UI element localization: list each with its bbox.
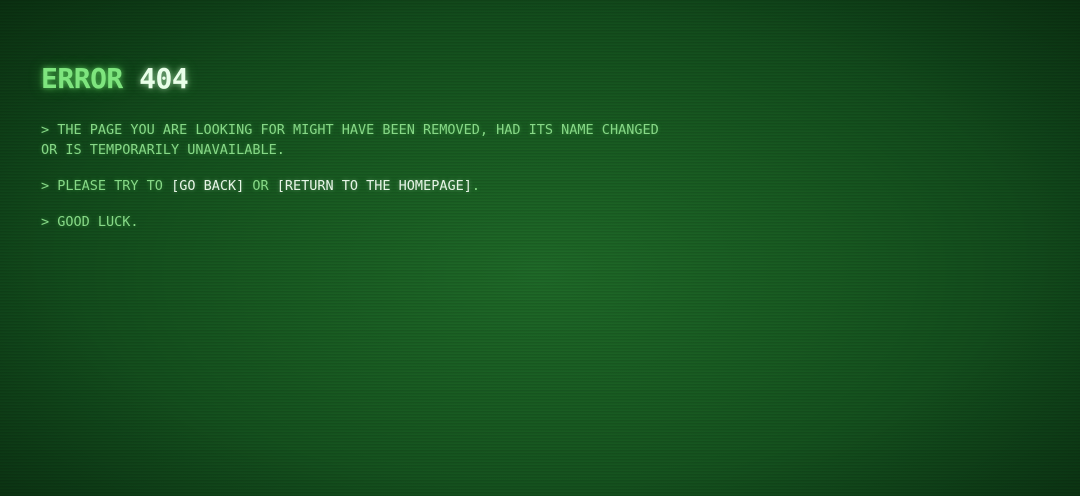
error-word: ERROR [41,62,123,95]
go-back-link[interactable]: [GO BACK] [171,178,244,194]
message-try-again: > PLEASE TRY TO [GO BACK] OR [RETURN TO … [41,176,681,196]
or-text: OR [252,178,269,194]
error-code: 404 [139,62,189,95]
try-prefix: > PLEASE TRY TO [41,178,163,194]
return-homepage-link[interactable]: [RETURN TO THE HOMEPAGE] [277,178,472,194]
message-removed: > THE PAGE YOU ARE LOOKING FOR MIGHT HAV… [41,122,659,158]
error-page: { "error": { "word": "ERROR", "code": "4… [0,0,1080,496]
period: . [471,178,480,194]
terminal-content: ERROR 404 > THE PAGE YOU ARE LOOKING FOR… [41,60,681,232]
message-good-luck: > GOOD LUCK. [41,214,139,230]
page-title: ERROR 404 [41,60,681,98]
